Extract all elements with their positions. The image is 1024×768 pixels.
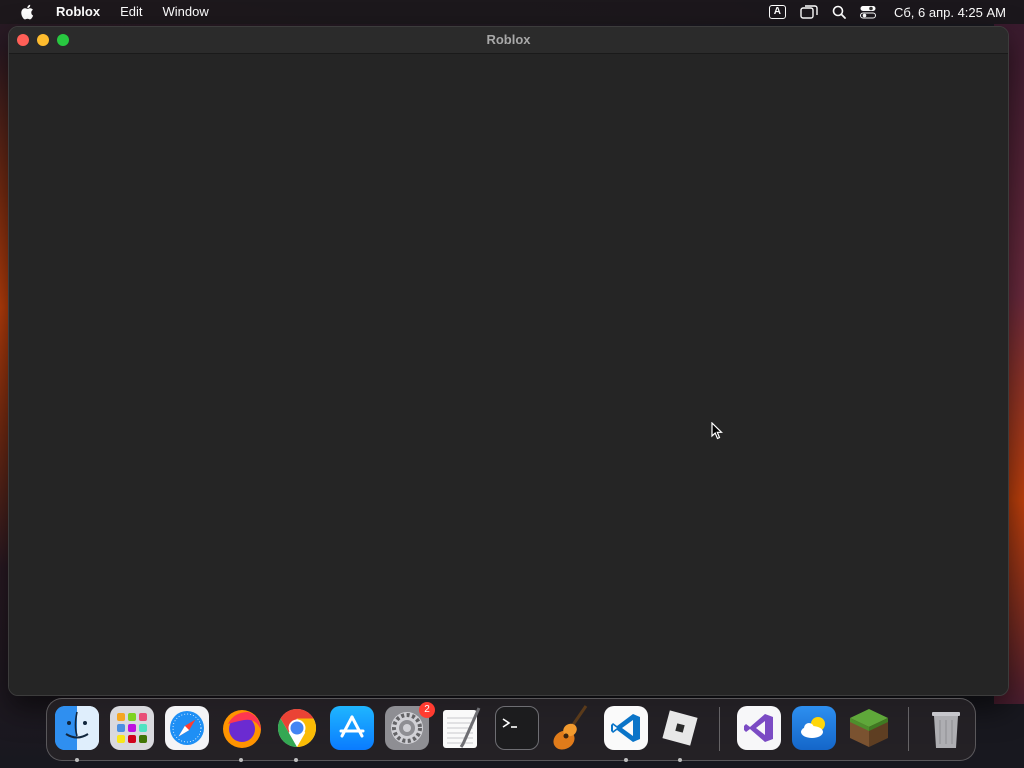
menu-edit[interactable]: Edit <box>110 0 152 24</box>
running-indicator <box>294 758 298 762</box>
app-store-icon[interactable] <box>330 706 374 750</box>
running-indicator <box>624 758 628 762</box>
vscode-icon[interactable] <box>604 706 648 750</box>
menu-clock[interactable]: Сб, 6 апр. 4:25 AM <box>894 5 1006 20</box>
window-titlebar[interactable]: Roblox <box>9 27 1008 54</box>
visual-studio-icon[interactable] <box>737 706 781 750</box>
running-indicator <box>239 758 243 762</box>
menu-window[interactable]: Window <box>152 0 218 24</box>
input-source-icon[interactable]: A <box>768 0 786 24</box>
chrome-icon[interactable] <box>275 706 319 750</box>
screen-mirroring-icon[interactable] <box>800 0 818 24</box>
control-center-icon[interactable] <box>859 0 876 24</box>
weather-icon[interactable] <box>792 706 836 750</box>
roblox-window: Roblox <box>8 26 1009 696</box>
safari-icon[interactable] <box>165 706 209 750</box>
input-source-label: A <box>768 5 786 19</box>
apple-icon[interactable] <box>20 4 34 20</box>
terminal-icon[interactable] <box>495 706 539 750</box>
launchpad-icon[interactable] <box>110 706 154 750</box>
mouse-cursor-icon <box>711 421 723 445</box>
dock: 2 <box>46 698 976 762</box>
minecraft-icon[interactable] <box>847 706 891 750</box>
guitar-icon[interactable] <box>550 705 594 750</box>
firefox-icon[interactable] <box>220 706 264 750</box>
finder-icon[interactable] <box>55 706 99 750</box>
window-content[interactable] <box>9 54 1008 695</box>
running-indicator <box>678 758 682 762</box>
gear-icon[interactable]: 2 <box>385 702 435 750</box>
running-indicator <box>75 758 79 762</box>
menu-app-roblox[interactable]: Roblox <box>46 0 110 24</box>
dock-separator <box>719 707 720 751</box>
textedit-icon[interactable] <box>440 706 484 750</box>
spotlight-search-icon[interactable] <box>832 0 846 24</box>
menu-bar: Roblox Edit Window A Сб, 6 апр. 4:25 AM <box>0 0 1024 24</box>
window-title: Roblox <box>486 32 531 47</box>
notification-badge: 2 <box>419 702 435 718</box>
dock-separator <box>908 707 909 751</box>
roblox-icon[interactable] <box>658 706 702 750</box>
trash-icon[interactable] <box>924 706 968 750</box>
